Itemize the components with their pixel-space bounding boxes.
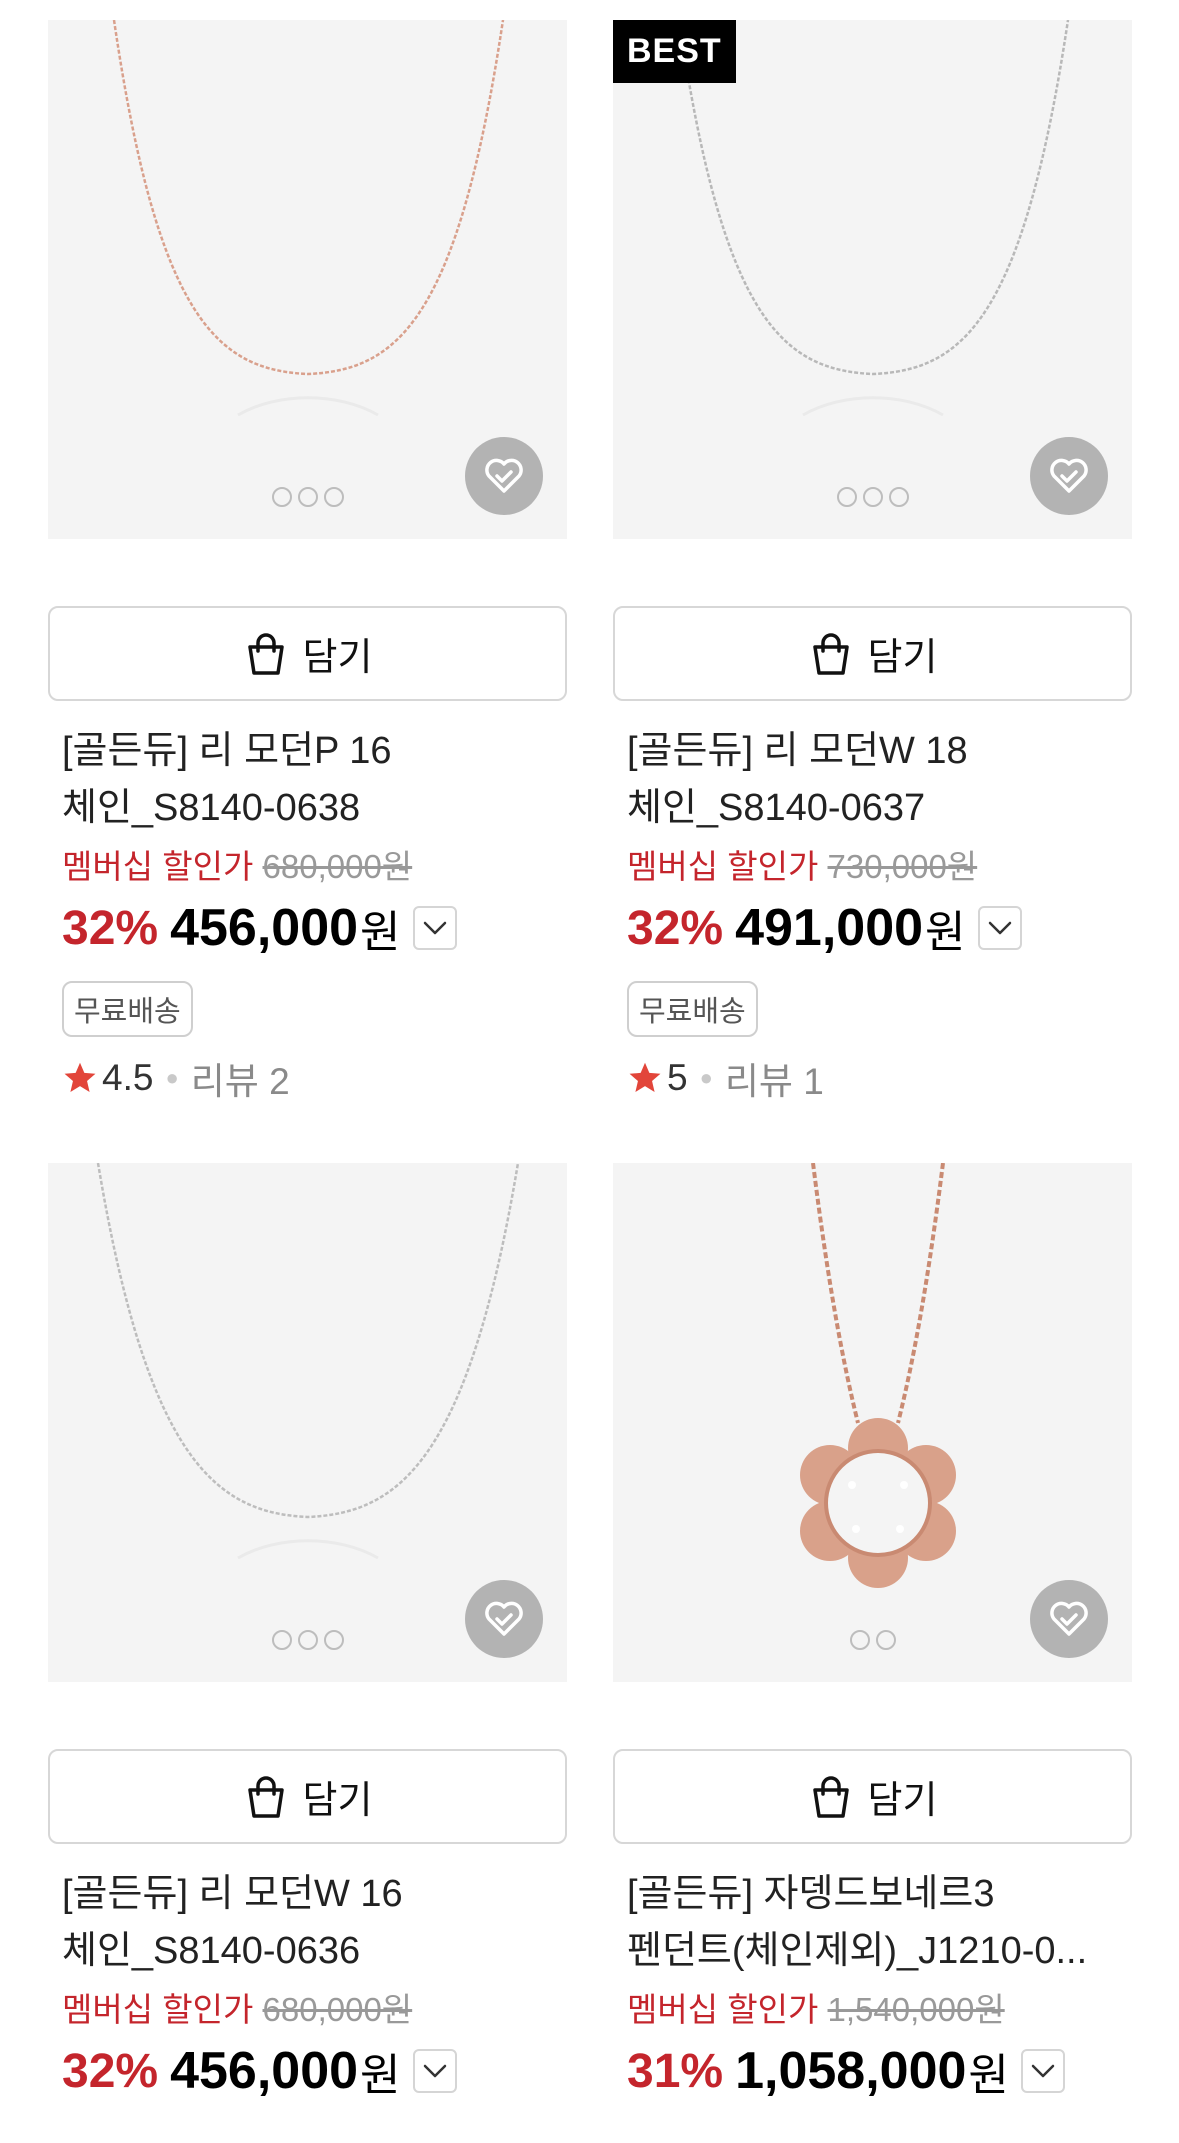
- member-price-label: 멤버십 할인가: [627, 1991, 819, 2028]
- rating-score: 4.5: [102, 1057, 154, 1098]
- pager-dot[interactable]: [271, 1630, 292, 1650]
- product-image[interactable]: [48, 20, 567, 539]
- wishlist-button[interactable]: [1030, 1580, 1108, 1658]
- add-to-cart-button[interactable]: 담기: [48, 1749, 567, 1844]
- member-price-row: 멤버십 할인가 730,000원: [627, 845, 1132, 889]
- best-badge: BEST: [613, 20, 736, 83]
- discount-rate: 32%: [627, 901, 724, 955]
- heart-check-icon: [485, 458, 523, 493]
- wishlist-button[interactable]: [1030, 437, 1108, 515]
- add-to-cart-label: 담기: [302, 1780, 373, 1822]
- price-row: 32% 456,000 원: [62, 895, 567, 961]
- add-to-cart-label: 담기: [867, 1780, 938, 1822]
- shopping-bag-icon: [812, 632, 849, 675]
- member-price-label: 멤버십 할인가: [62, 1991, 254, 2028]
- product-image[interactable]: [613, 1163, 1132, 1682]
- discount-rate: 31%: [627, 2044, 724, 2098]
- star-icon: [629, 1062, 661, 1092]
- heart-check-icon: [1050, 1601, 1088, 1636]
- price-row: 31% 1,058,000 원: [627, 2038, 1132, 2104]
- price-row: 32% 456,000 원: [62, 2038, 567, 2104]
- product-name-line2[interactable]: 체인_S8140-0637: [627, 780, 1132, 837]
- sale-price: 1,058,000: [735, 2042, 967, 2100]
- currency-unit: 원: [925, 908, 966, 957]
- shopping-bag-icon: [812, 1775, 849, 1818]
- discount-rate: 32%: [62, 901, 159, 955]
- star-icon: [64, 1062, 96, 1092]
- add-to-cart-label: 담기: [302, 637, 373, 679]
- pager-dot[interactable]: [875, 1630, 896, 1650]
- pager-dot[interactable]: [323, 1630, 344, 1650]
- rating-score: 5: [667, 1057, 688, 1098]
- free-shipping-badge: 무료배송: [62, 981, 193, 1037]
- chevron-down-icon: [423, 921, 446, 935]
- product-name-line2[interactable]: 펜던트(체인제외)_J1210-0...: [627, 1923, 1132, 1980]
- product-name-line1[interactable]: [골든듀] 리 모던W 18: [627, 723, 1132, 780]
- original-price: 1,540,000원: [827, 1991, 1005, 2028]
- heart-check-icon: [1050, 458, 1088, 493]
- original-price: 680,000원: [262, 848, 413, 885]
- price-detail-toggle[interactable]: [412, 2049, 457, 2093]
- pager-dot[interactable]: [297, 487, 318, 507]
- product-image[interactable]: [48, 1163, 567, 1682]
- product-name-line1[interactable]: [골든듀] 자뎅드보네르3: [627, 1866, 1132, 1923]
- wishlist-button[interactable]: [465, 1580, 543, 1658]
- discount-rate: 32%: [62, 2044, 159, 2098]
- product-image[interactable]: BEST: [613, 20, 1132, 539]
- product-card[interactable]: 담기 [골든듀] 리 모던P 16 체인_S8140-0638 멤버십 할인가 …: [48, 20, 567, 1103]
- member-price-row: 멤버십 할인가 680,000원: [62, 845, 567, 889]
- add-to-cart-label: 담기: [867, 637, 938, 679]
- original-price: 680,000원: [262, 1991, 413, 2028]
- chevron-down-icon: [1031, 2064, 1055, 2078]
- sale-price: 456,000: [170, 2042, 359, 2100]
- product-name-line2[interactable]: 체인_S8140-0638: [62, 780, 567, 837]
- review-count[interactable]: 리뷰 2: [191, 1051, 290, 1105]
- add-to-cart-button[interactable]: 담기: [48, 606, 567, 701]
- product-card[interactable]: 담기 [골든듀] 자뎅드보네르3 펜던트(체인제외)_J1210-0... 멤버…: [613, 1163, 1132, 2104]
- currency-unit: 원: [968, 2051, 1009, 2100]
- member-price-row: 멤버십 할인가 680,000원: [62, 1988, 567, 2032]
- original-price: 730,000원: [827, 848, 978, 885]
- chevron-down-icon: [988, 921, 1011, 935]
- product-grid: 담기 [골든듀] 리 모던P 16 체인_S8140-0638 멤버십 할인가 …: [48, 20, 1133, 2104]
- member-price-row: 멤버십 할인가 1,540,000원: [627, 1988, 1132, 2032]
- member-price-label: 멤버십 할인가: [62, 848, 254, 885]
- price-detail-toggle[interactable]: [977, 906, 1022, 950]
- pager-dot[interactable]: [888, 487, 909, 507]
- heart-check-icon: [485, 1601, 523, 1636]
- pager-dot[interactable]: [297, 1630, 318, 1650]
- product-name-line1[interactable]: [골든듀] 리 모던W 16: [62, 1866, 567, 1923]
- rating-row: 5 ● 리뷰 1: [627, 1053, 1132, 1103]
- member-price-label: 멤버십 할인가: [627, 848, 819, 885]
- product-name-line2[interactable]: 체인_S8140-0636: [62, 1923, 567, 1980]
- shopping-bag-icon: [247, 632, 284, 675]
- separator-dot: ●: [165, 1065, 179, 1090]
- pager-dot[interactable]: [323, 487, 344, 507]
- price-row: 32% 491,000 원: [627, 895, 1132, 961]
- review-count[interactable]: 리뷰 1: [725, 1051, 824, 1105]
- add-to-cart-button[interactable]: 담기: [613, 606, 1132, 701]
- sale-price: 456,000: [170, 899, 359, 957]
- chevron-down-icon: [423, 2064, 446, 2078]
- price-detail-toggle[interactable]: [1020, 2049, 1065, 2093]
- price-detail-toggle[interactable]: [412, 906, 457, 950]
- currency-unit: 원: [360, 908, 401, 957]
- rating-row: 4.5 ● 리뷰 2: [62, 1053, 567, 1103]
- pager-dot[interactable]: [836, 487, 857, 507]
- free-shipping-badge: 무료배송: [627, 981, 758, 1037]
- product-card[interactable]: 담기 [골든듀] 리 모던W 16 체인_S8140-0636 멤버십 할인가 …: [48, 1163, 567, 2104]
- wishlist-button[interactable]: [465, 437, 543, 515]
- product-card[interactable]: BEST 담기 [골든듀] 리 모던W 18 체인_S8140-0637 멤버십…: [613, 20, 1132, 1103]
- currency-unit: 원: [360, 2051, 401, 2100]
- separator-dot: ●: [699, 1065, 713, 1090]
- pager-dot[interactable]: [862, 487, 883, 507]
- add-to-cart-button[interactable]: 담기: [613, 1749, 1132, 1844]
- pager-dot[interactable]: [271, 487, 292, 507]
- pager-dot[interactable]: [849, 1630, 870, 1650]
- shopping-bag-icon: [247, 1775, 284, 1818]
- sale-price: 491,000: [735, 899, 924, 957]
- product-name-line1[interactable]: [골든듀] 리 모던P 16: [62, 723, 567, 780]
